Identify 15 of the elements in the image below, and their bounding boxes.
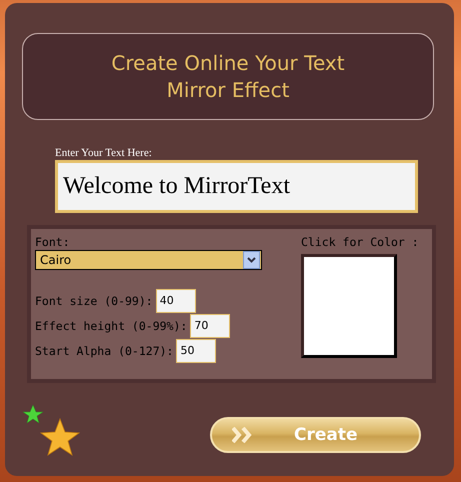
font-label: Font: — [35, 235, 71, 249]
number-field[interactable]: 70 — [190, 314, 230, 338]
font-select[interactable]: Cairo — [35, 250, 262, 270]
field-label: Effect height (0-99%): — [35, 318, 188, 332]
field-label: Start Alpha (0-127): — [35, 344, 174, 358]
number-field[interactable]: 50 — [176, 338, 216, 362]
page-title: Create Online Your Text Mirror Effect — [111, 50, 345, 104]
field-label: Font size (0-99): — [35, 294, 153, 308]
chevron-down-icon[interactable] — [243, 251, 260, 269]
color-label: Click for Color : — [301, 235, 420, 250]
text-label: Enter Your Text Here: — [55, 147, 152, 159]
text-input[interactable]: Welcome to MirrorText — [55, 160, 418, 213]
double-chevron-icon — [232, 427, 254, 443]
color-swatch[interactable] — [301, 254, 397, 358]
number-field[interactable]: 40 — [156, 288, 196, 312]
